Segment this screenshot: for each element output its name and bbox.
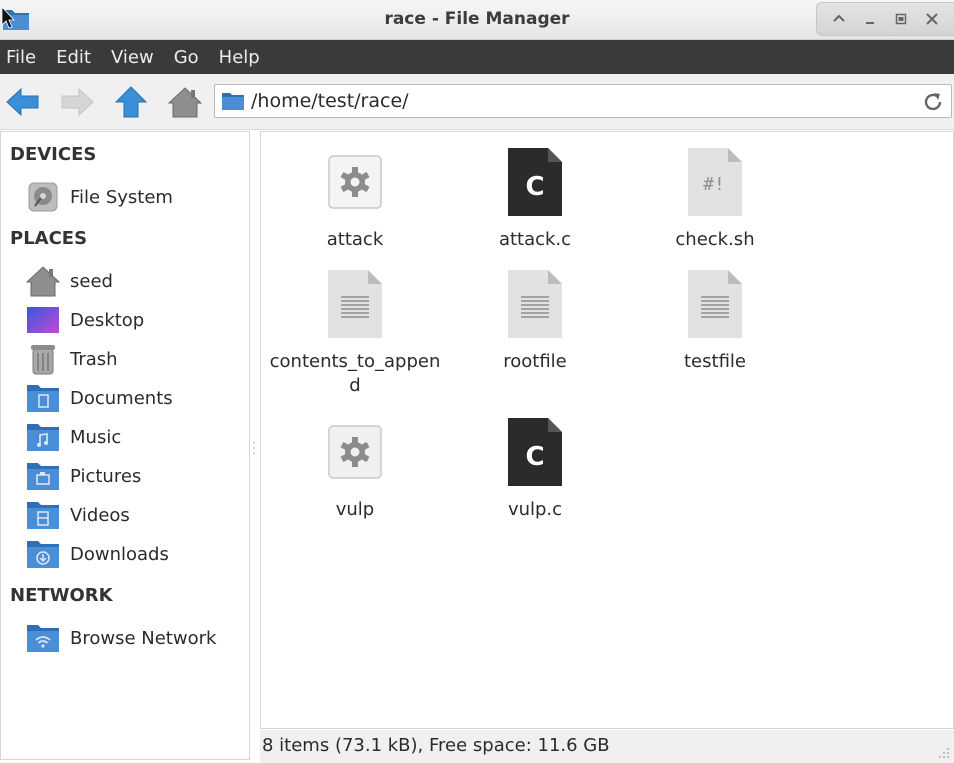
svg-text:C: C xyxy=(525,172,544,202)
file-item-rootfile[interactable]: rootfile xyxy=(447,268,623,374)
maximize-icon xyxy=(895,13,907,25)
forward-button[interactable] xyxy=(58,84,96,120)
sidebar-item-documents[interactable]: Documents xyxy=(25,381,247,415)
resize-grip-icon[interactable] xyxy=(936,745,950,759)
menu-edit[interactable]: Edit xyxy=(56,47,91,68)
shell-script-icon: #! xyxy=(688,148,742,216)
file-name: rootfile xyxy=(503,351,567,372)
close-button[interactable] xyxy=(921,8,943,30)
network-folder-icon xyxy=(27,625,59,652)
text-file-icon xyxy=(688,270,742,338)
sidebar-item-trash[interactable]: Trash xyxy=(25,342,247,376)
sidebar-item-label: Trash xyxy=(70,348,118,370)
reload-icon[interactable] xyxy=(921,90,945,114)
file-item-check-sh[interactable]: #! check.sh xyxy=(627,146,803,252)
sidebar-item-label: Documents xyxy=(70,387,173,409)
sidebar-item-music[interactable]: Music xyxy=(25,420,247,454)
executable-gear-icon xyxy=(328,425,382,479)
grip-dots-icon xyxy=(253,442,255,454)
menu-view[interactable]: View xyxy=(111,47,154,68)
window-controls xyxy=(816,2,954,36)
file-name: attack xyxy=(326,229,384,250)
file-item-vulp-c[interactable]: C vulp.c xyxy=(447,416,623,522)
music-folder-icon xyxy=(27,424,59,451)
c-source-icon: C xyxy=(508,148,562,216)
text-file-icon xyxy=(328,270,382,338)
file-item-attack[interactable]: attack xyxy=(267,146,443,252)
sidebar-item-label: Downloads xyxy=(70,543,169,565)
sidebar-item-label: Pictures xyxy=(70,465,142,487)
executable-gear-icon xyxy=(328,155,382,209)
sidebar-item-label: Videos xyxy=(70,504,130,526)
home-icon xyxy=(167,87,203,118)
file-item-attack-c[interactable]: C attack.c xyxy=(447,146,623,252)
forward-arrow-icon xyxy=(61,87,94,117)
downloads-folder-icon xyxy=(27,541,59,568)
places-heading: PLACES xyxy=(10,228,88,249)
network-heading: NETWORK xyxy=(10,585,113,606)
shade-button[interactable] xyxy=(828,8,850,30)
menu-go[interactable]: Go xyxy=(174,47,199,68)
folder-icon xyxy=(222,93,244,110)
desktop-icon xyxy=(27,307,59,333)
menu-bar: File Edit View Go Help xyxy=(0,40,954,74)
sidebar-item-label: Desktop xyxy=(70,309,145,331)
documents-folder-icon xyxy=(27,385,59,412)
sidebar-item-file-system[interactable]: File System xyxy=(25,180,247,214)
pane-splitter[interactable] xyxy=(252,440,256,456)
sidebar-item-desktop[interactable]: Desktop xyxy=(25,303,247,337)
title-bar: race - File Manager xyxy=(0,0,954,40)
sidebar-item-label: seed xyxy=(70,270,113,292)
close-icon xyxy=(926,13,939,25)
trash-icon xyxy=(31,345,55,375)
status-text: 8 items (73.1 kB), Free space: 11.6 GB xyxy=(262,735,610,756)
file-name: contents_to_append xyxy=(269,351,441,396)
status-bar: 8 items (73.1 kB), Free space: 11.6 GB xyxy=(260,730,954,763)
sidebar: DEVICES File System PLACES seed Desktop … xyxy=(0,131,250,760)
sidebar-item-seed[interactable]: seed xyxy=(25,264,247,298)
home-button[interactable] xyxy=(166,84,204,120)
up-button[interactable] xyxy=(112,84,150,120)
up-arrow-icon xyxy=(114,86,148,118)
file-name: testfile xyxy=(684,351,746,372)
sidebar-item-label: Browse Network xyxy=(70,627,217,649)
devices-heading: DEVICES xyxy=(10,144,97,165)
file-name: vulp.c xyxy=(507,499,563,520)
videos-folder-icon xyxy=(27,502,59,529)
file-item-testfile[interactable]: testfile xyxy=(627,268,803,374)
file-item-contents-to-append[interactable]: contents_to_append xyxy=(267,268,443,398)
sidebar-item-pictures[interactable]: Pictures xyxy=(25,459,247,493)
file-name: check.sh xyxy=(675,229,755,250)
svg-text:#!: #! xyxy=(703,174,725,195)
sidebar-item-browse-network[interactable]: Browse Network xyxy=(25,621,247,655)
sidebar-item-downloads[interactable]: Downloads xyxy=(25,537,247,571)
drive-icon xyxy=(28,182,58,212)
location-bar[interactable]: /home/test/race/ xyxy=(214,84,952,118)
text-file-icon xyxy=(508,270,562,338)
pictures-folder-icon xyxy=(27,463,59,490)
chevron-up-icon xyxy=(832,14,845,22)
sidebar-item-label: File System xyxy=(70,186,173,208)
sidebar-item-label: Music xyxy=(70,426,122,448)
menu-help[interactable]: Help xyxy=(219,47,260,68)
file-view[interactable]: attack C attack.c #! check.sh contents_t… xyxy=(260,131,954,729)
minimize-icon xyxy=(865,22,874,24)
minimize-button[interactable] xyxy=(859,8,881,30)
file-name: attack.c xyxy=(498,229,572,250)
c-source-icon: C xyxy=(508,418,562,486)
menu-file[interactable]: File xyxy=(6,47,36,68)
sidebar-item-videos[interactable]: Videos xyxy=(25,498,247,532)
svg-text:C: C xyxy=(525,442,544,472)
back-button[interactable] xyxy=(4,84,42,120)
file-name: vulp xyxy=(335,499,375,520)
file-item-vulp[interactable]: vulp xyxy=(267,416,443,522)
home-folder-icon xyxy=(26,266,60,297)
location-path: /home/test/race/ xyxy=(251,90,409,112)
toolbar: /home/test/race/ xyxy=(0,74,954,130)
back-arrow-icon xyxy=(6,87,39,117)
maximize-button[interactable] xyxy=(890,8,912,30)
window-title: race - File Manager xyxy=(384,9,570,29)
